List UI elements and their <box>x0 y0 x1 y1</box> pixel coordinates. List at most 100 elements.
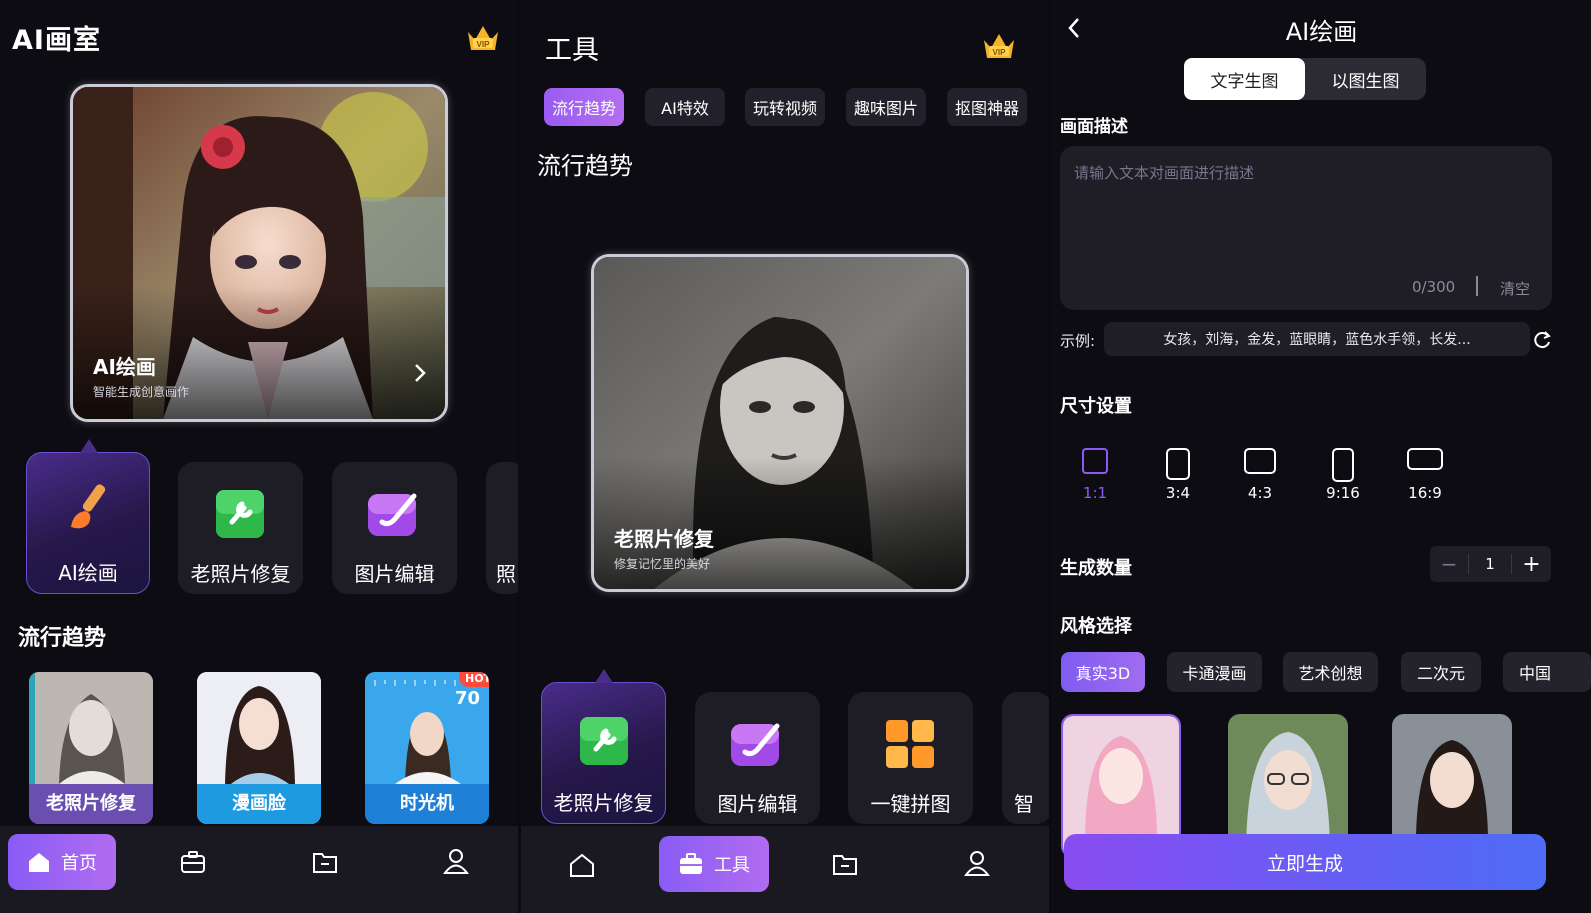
trending-title: 流行趋势 <box>18 626 107 651</box>
home-icon[interactable] <box>569 852 595 882</box>
refresh-icon[interactable] <box>1532 330 1552 354</box>
nav-tools[interactable]: 工具 <box>659 836 769 892</box>
ai-painting-hero-card[interactable]: AI绘画 智能生成创意画作 <box>70 84 448 422</box>
trend-label: 时光机 <box>365 784 489 824</box>
nav-home-label: 首页 <box>61 853 97 874</box>
tool-label: 老照片修复 <box>190 562 291 586</box>
feature-title: 老照片修复 <box>614 527 714 551</box>
decrement-button[interactable]: − <box>1430 546 1468 582</box>
tab-text-to-image[interactable]: 文字生图 <box>1184 58 1305 100</box>
tool-image-edit[interactable]: 图片编辑 <box>332 462 457 594</box>
page-title: 工具 <box>545 35 599 66</box>
tool-label: 图片编辑 <box>717 792 798 816</box>
user-icon[interactable] <box>964 850 990 880</box>
example-text[interactable]: 女孩，刘海，金发，蓝眼睛，蓝色水手领，长发... <box>1104 322 1530 356</box>
tab-image-to-image[interactable]: 以图生图 <box>1305 58 1426 100</box>
active-pointer <box>80 439 98 453</box>
page-title: AI画室 <box>12 25 101 56</box>
wrench-icon <box>212 486 268 546</box>
ai-painting-screen: AI绘画 文字生图 以图生图 画面描述 请输入文本对画面进行描述 0/300 清… <box>1052 0 1591 913</box>
active-pointer <box>595 669 613 683</box>
tool-old-photo-repair[interactable]: 老照片修复 <box>541 669 666 824</box>
quantity-value[interactable]: 1 <box>1469 546 1511 582</box>
ratio-16-9[interactable]: 16:9 <box>1395 448 1455 502</box>
trend-card-time-machine[interactable]: HOT 70 时光机 <box>365 672 489 824</box>
ratio-wide-icon <box>1407 448 1443 470</box>
tool-label: 图片编辑 <box>354 562 435 586</box>
vip-crown-icon[interactable]: VIP <box>981 30 1017 62</box>
description-label: 画面描述 <box>1060 117 1128 137</box>
style-chinese[interactable]: 中国 <box>1503 652 1591 692</box>
toolbox-icon[interactable] <box>180 850 206 878</box>
quantity-stepper: − 1 + <box>1430 546 1551 582</box>
chip-trending[interactable]: 流行趋势 <box>544 88 624 126</box>
pen-edit-icon <box>727 716 787 776</box>
tool-old-photo-repair[interactable]: 老照片修复 <box>178 462 303 594</box>
trend-card-comic-face[interactable]: 漫画脸 <box>197 672 321 824</box>
trend-thumbnail <box>29 672 153 784</box>
pen-edit-icon <box>364 486 424 546</box>
ratio-label: 3:4 <box>1165 484 1191 502</box>
tool-image-edit[interactable]: 图片编辑 <box>695 692 820 824</box>
ratio-portrait-icon <box>1166 448 1190 480</box>
quantity-label: 生成数量 <box>1060 558 1132 579</box>
bottom-nav: 首页 <box>0 826 518 913</box>
nav-home[interactable]: 首页 <box>8 834 116 890</box>
divider <box>1476 276 1478 296</box>
page-title: AI绘画 <box>1285 18 1358 46</box>
clear-button[interactable]: 清空 <box>1500 278 1530 299</box>
ratio-label: 1:1 <box>1082 484 1108 502</box>
vip-badge-text: VIP <box>477 40 491 49</box>
increment-button[interactable]: + <box>1512 546 1551 582</box>
tool-label: 照 <box>496 562 516 586</box>
style-real-3d[interactable]: 真实3D <box>1061 652 1145 692</box>
style-selection-label: 风格选择 <box>1060 616 1132 637</box>
mode-segmented-control: 文字生图 以图生图 <box>1184 58 1426 100</box>
feature-subtitle: 修复记忆里的美好 <box>614 557 711 571</box>
ratio-9-16[interactable]: 9:16 <box>1313 448 1373 502</box>
collage-icon <box>882 716 938 776</box>
ratio-square-icon <box>1082 448 1108 474</box>
char-count: 0/300 <box>1412 278 1456 296</box>
generate-button[interactable]: 立即生成 <box>1064 834 1546 890</box>
trend-label: 老照片修复 <box>29 784 153 824</box>
tool-partial-card[interactable]: 照 <box>486 462 518 594</box>
ratio-3-4[interactable]: 3:4 <box>1148 448 1208 502</box>
folder-icon[interactable] <box>312 850 338 878</box>
ratio-4-3[interactable]: 4:3 <box>1230 448 1290 502</box>
nav-tools-label: 工具 <box>714 855 750 876</box>
tools-screen: 工具 VIP 流行趋势 AI特效 玩转视频 趣味图片 抠图神器 流行趋势 老照片… <box>521 0 1049 913</box>
tool-partial-card[interactable]: 智 <box>1002 692 1049 824</box>
chevron-right-icon <box>413 363 427 387</box>
ratio-label: 4:3 <box>1247 484 1273 502</box>
description-input[interactable]: 请输入文本对画面进行描述 0/300 清空 <box>1060 146 1552 310</box>
folder-icon[interactable] <box>832 852 858 880</box>
user-icon[interactable] <box>443 848 469 878</box>
chip-video[interactable]: 玩转视频 <box>745 88 825 126</box>
vip-badge-text: VIP <box>993 48 1007 57</box>
example-label: 示例: <box>1060 332 1096 350</box>
style-art[interactable]: 艺术创想 <box>1283 652 1378 692</box>
style-cartoon[interactable]: 卡通漫画 <box>1167 652 1262 692</box>
old-photo-feature-card[interactable]: 老照片修复 修复记忆里的美好 <box>591 254 969 592</box>
trend-thumbnail <box>197 672 321 784</box>
bottom-nav: 工具 <box>521 826 1049 913</box>
section-title: 流行趋势 <box>537 152 633 180</box>
chip-fun-images[interactable]: 趣味图片 <box>846 88 926 126</box>
chip-ai-effects[interactable]: AI特效 <box>645 88 725 126</box>
ratio-tall-icon <box>1332 448 1354 482</box>
ratio-label: 9:16 <box>1326 484 1360 502</box>
hero-subtitle: 智能生成创意画作 <box>93 385 190 399</box>
home-icon <box>29 853 49 872</box>
description-placeholder: 请输入文本对画面进行描述 <box>1074 164 1255 182</box>
ratio-1-1[interactable]: 1:1 <box>1065 448 1125 502</box>
style-anime[interactable]: 二次元 <box>1401 652 1481 692</box>
tool-ai-painting[interactable]: AI绘画 <box>26 439 150 594</box>
vip-crown-icon[interactable]: VIP <box>465 22 501 54</box>
chip-cutout[interactable]: 抠图神器 <box>947 88 1027 126</box>
tool-collage[interactable]: 一键拼图 <box>848 692 973 824</box>
hero-title: AI绘画 <box>93 355 156 379</box>
tool-label: 一键拼图 <box>870 792 951 816</box>
paintbrush-icon <box>63 479 117 537</box>
trend-card-old-photo[interactable]: 老照片修复 <box>29 672 153 824</box>
